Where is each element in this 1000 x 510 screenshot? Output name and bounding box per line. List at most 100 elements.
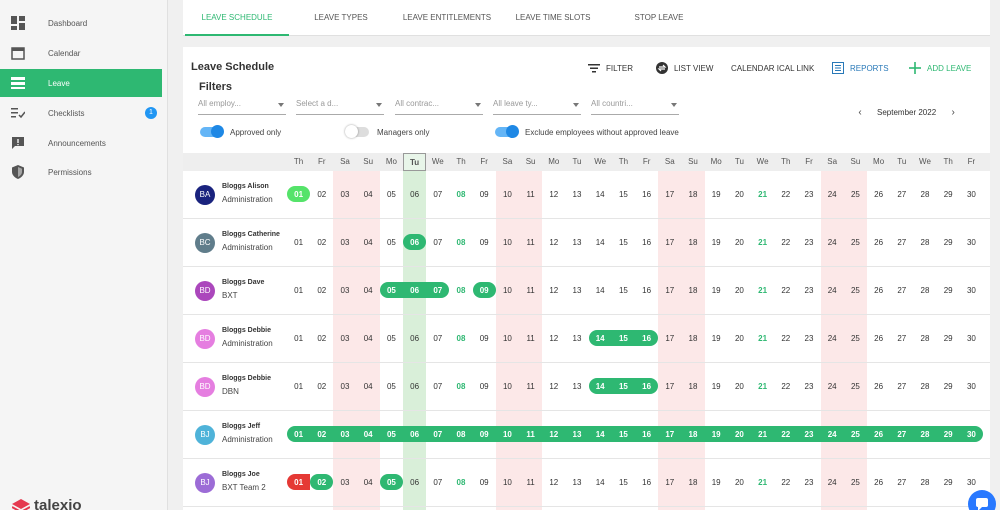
day-cell[interactable]: 28 bbox=[913, 236, 936, 250]
reports-button[interactable]: REPORTS bbox=[832, 61, 889, 75]
day-cell[interactable]: 02 bbox=[310, 332, 333, 346]
day-cell[interactable]: 19 bbox=[705, 188, 728, 202]
day-cell[interactable]: 10 bbox=[496, 380, 519, 394]
day-cell[interactable]: 24 bbox=[821, 380, 844, 394]
day-cell[interactable]: 16 bbox=[635, 188, 658, 202]
day-cell[interactable]: 06 bbox=[403, 476, 426, 490]
day-cell[interactable]: 08 bbox=[449, 380, 472, 394]
day-cell[interactable]: 21 bbox=[751, 188, 774, 202]
employee-row[interactable]: BD Bloggs Dave BXT 01 02 03 04 05 06 07 08 09 10 11 12… bbox=[183, 267, 990, 315]
day-cell[interactable]: 20 bbox=[728, 380, 751, 394]
approved-only-toggle[interactable]: Approved only bbox=[200, 125, 281, 138]
day-cell[interactable]: 07 bbox=[426, 236, 449, 250]
day-cell[interactable]: 29 bbox=[937, 332, 960, 346]
day-cell[interactable]: 08 bbox=[449, 284, 472, 298]
day-cell[interactable]: 12 bbox=[542, 380, 565, 394]
day-cell[interactable]: 20 bbox=[728, 284, 751, 298]
day-cell[interactable]: 08 bbox=[449, 236, 472, 250]
tab-stop-leave[interactable]: STOP LEAVE bbox=[611, 0, 707, 36]
day-cell[interactable]: 02 bbox=[310, 284, 333, 298]
day-cell[interactable]: 04 bbox=[357, 332, 380, 346]
day-cell[interactable]: 04 bbox=[357, 284, 380, 298]
leave-day-label[interactable]: 13 bbox=[565, 428, 588, 442]
day-cell[interactable]: 17 bbox=[658, 380, 681, 394]
sidebar-item-permissions[interactable]: Permissions bbox=[0, 158, 162, 186]
day-cell[interactable]: 14 bbox=[589, 476, 612, 490]
day-cell[interactable]: 16 bbox=[635, 284, 658, 298]
day-cell[interactable]: 21 bbox=[751, 236, 774, 250]
day-cell[interactable]: 27 bbox=[890, 284, 913, 298]
employee-select[interactable]: All employ... bbox=[198, 99, 286, 115]
day-cell[interactable]: 10 bbox=[496, 188, 519, 202]
department-select[interactable]: Select a d... bbox=[296, 99, 384, 115]
day-cell[interactable]: 28 bbox=[913, 284, 936, 298]
day-cell[interactable]: 17 bbox=[658, 332, 681, 346]
day-cell[interactable]: 24 bbox=[821, 476, 844, 490]
day-cell[interactable]: 27 bbox=[890, 236, 913, 250]
day-cell[interactable]: 22 bbox=[774, 476, 797, 490]
chevron-right-icon[interactable]: › bbox=[946, 107, 960, 118]
leave-day-label[interactable]: 06 bbox=[403, 284, 426, 298]
leave-day-label[interactable]: 14 bbox=[589, 428, 612, 442]
day-cell[interactable]: 22 bbox=[774, 332, 797, 346]
day-cell[interactable]: 07 bbox=[426, 332, 449, 346]
sidebar-item-calendar[interactable]: Calendar bbox=[0, 39, 162, 67]
day-cell[interactable]: 26 bbox=[867, 188, 890, 202]
day-cell[interactable]: 29 bbox=[937, 188, 960, 202]
day-cell[interactable]: 19 bbox=[705, 236, 728, 250]
leave-day-label[interactable]: 03 bbox=[333, 428, 356, 442]
day-cell[interactable]: 11 bbox=[519, 188, 542, 202]
day-cell[interactable]: 07 bbox=[426, 188, 449, 202]
filter-button[interactable]: FILTER bbox=[588, 61, 633, 75]
add-leave-button[interactable]: ADD LEAVE bbox=[909, 61, 971, 75]
leave-day-label[interactable]: 14 bbox=[589, 380, 612, 394]
day-cell[interactable]: 13 bbox=[565, 236, 588, 250]
day-cell[interactable]: 05 bbox=[380, 332, 403, 346]
day-cell[interactable]: 01 bbox=[287, 236, 310, 250]
leave-day-label[interactable]: 02 bbox=[310, 476, 333, 490]
day-cell[interactable]: 21 bbox=[751, 476, 774, 490]
sidebar-item-dashboard[interactable]: Dashboard bbox=[0, 9, 162, 37]
day-cell[interactable]: 12 bbox=[542, 332, 565, 346]
day-cell[interactable]: 01 bbox=[287, 284, 310, 298]
toggle-switch[interactable] bbox=[200, 125, 224, 138]
list-view-button[interactable]: LIST VIEW bbox=[656, 61, 713, 75]
day-cell[interactable]: 09 bbox=[473, 332, 496, 346]
day-cell[interactable]: 24 bbox=[821, 236, 844, 250]
day-cell[interactable]: 12 bbox=[542, 236, 565, 250]
day-cell[interactable]: 18 bbox=[681, 332, 704, 346]
day-cell[interactable]: 16 bbox=[635, 236, 658, 250]
day-cell[interactable]: 30 bbox=[960, 332, 983, 346]
day-cell[interactable]: 28 bbox=[913, 188, 936, 202]
day-cell[interactable]: 20 bbox=[728, 476, 751, 490]
leave-day-label[interactable]: 20 bbox=[728, 428, 751, 442]
day-cell[interactable]: 26 bbox=[867, 476, 890, 490]
day-cell[interactable]: 04 bbox=[357, 188, 380, 202]
day-cell[interactable]: 20 bbox=[728, 236, 751, 250]
toggle-switch[interactable] bbox=[345, 125, 369, 138]
day-cell[interactable]: 18 bbox=[681, 188, 704, 202]
leave-day-label[interactable]: 16 bbox=[635, 380, 658, 394]
day-cell[interactable]: 04 bbox=[357, 380, 380, 394]
day-cell[interactable]: 19 bbox=[705, 476, 728, 490]
day-cell[interactable]: 09 bbox=[473, 188, 496, 202]
day-cell[interactable]: 22 bbox=[774, 236, 797, 250]
day-cell[interactable]: 18 bbox=[681, 284, 704, 298]
day-cell[interactable]: 27 bbox=[890, 476, 913, 490]
leave-day-label[interactable]: 15 bbox=[612, 332, 635, 346]
day-cell[interactable]: 11 bbox=[519, 380, 542, 394]
leave-day-label[interactable]: 08 bbox=[449, 428, 472, 442]
leave-day-label[interactable]: 09 bbox=[473, 428, 496, 442]
day-cell[interactable]: 10 bbox=[496, 236, 519, 250]
day-cell[interactable]: 25 bbox=[844, 476, 867, 490]
day-cell[interactable]: 05 bbox=[380, 236, 403, 250]
leave-day-label[interactable]: 18 bbox=[681, 428, 704, 442]
day-cell[interactable]: 06 bbox=[403, 380, 426, 394]
day-cell[interactable]: 25 bbox=[844, 188, 867, 202]
day-cell[interactable]: 05 bbox=[380, 380, 403, 394]
leave-day-label[interactable]: 26 bbox=[867, 428, 890, 442]
day-cell[interactable]: 18 bbox=[681, 236, 704, 250]
day-cell[interactable]: 25 bbox=[844, 236, 867, 250]
leave-day-label[interactable]: 29 bbox=[937, 428, 960, 442]
day-cell[interactable]: 24 bbox=[821, 284, 844, 298]
